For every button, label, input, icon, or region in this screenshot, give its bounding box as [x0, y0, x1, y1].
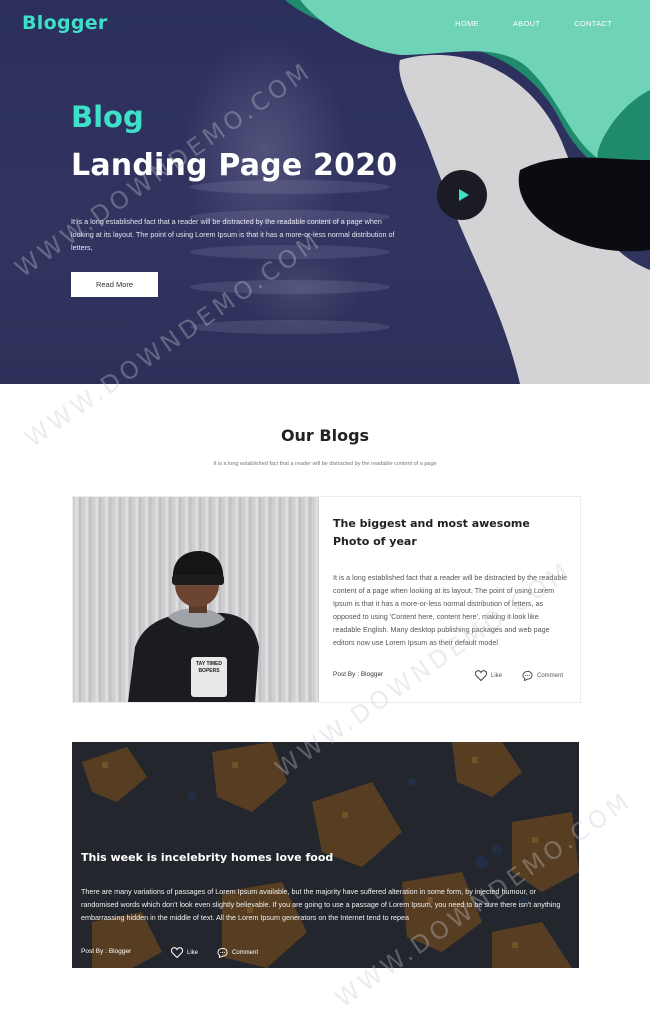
hero-description: It is a long established fact that a rea… — [71, 217, 395, 252]
post1-comment-button[interactable]: Comment — [522, 671, 563, 681]
site-logo[interactable]: Blogger — [22, 12, 108, 34]
heart-icon — [171, 947, 183, 958]
read-more-button[interactable]: Read More — [71, 272, 158, 297]
post1-like-label: Like — [491, 672, 503, 679]
blog-card-photo: TAY TIMED BOPERS The biggest and most aw… — [72, 496, 581, 703]
nav-about[interactable]: ABOUT — [513, 19, 540, 28]
post2-like-label: Like — [187, 949, 199, 956]
section-title: Our Blogs — [280, 426, 370, 445]
post2-author: Post By : Blogger — [81, 948, 132, 955]
post2-comment-label: Comment — [232, 950, 259, 956]
post2-comment-button[interactable]: Comment — [217, 948, 258, 958]
hero-section: Blogger HOME ABOUT CONTACT Blog Landing … — [0, 0, 650, 384]
post1-author: Post By : Blogger — [333, 671, 384, 678]
post2-excerpt: There are many variations of passages of… — [81, 887, 561, 922]
comment-icon — [522, 671, 533, 681]
play-icon — [458, 189, 469, 201]
play-video-button[interactable] — [437, 170, 487, 220]
comment-icon — [217, 948, 228, 958]
post2-like-button[interactable]: Like — [171, 947, 198, 958]
jacket-print-text: TAY TIMED BOPERS — [195, 661, 223, 674]
blog-card-food: This week is incelebrity homes love food… — [72, 742, 579, 968]
post1-title[interactable]: The biggest and most awesome Photo of ye… — [333, 515, 568, 551]
post2-title[interactable]: This week is incelebrity homes love food — [81, 851, 561, 864]
hero-wave-shapes — [285, 0, 650, 384]
post1-excerpt: It is a long established fact that a rea… — [333, 573, 568, 647]
post1-like-button[interactable]: Like — [475, 670, 502, 681]
post-photo-man-in-beanie: TAY TIMED BOPERS — [73, 497, 319, 702]
nav-home[interactable]: HOME — [455, 19, 479, 28]
post1-comment-label: Comment — [537, 673, 564, 679]
heart-icon — [475, 670, 487, 681]
nav-contact[interactable]: CONTACT — [574, 19, 612, 28]
main-nav: HOME ABOUT CONTACT — [421, 19, 612, 28]
section-subtitle: It is a long established fact that a rea… — [213, 461, 437, 467]
hero-title-blog: Blog — [71, 100, 144, 134]
hero-title-landing: Landing Page 2020 — [71, 148, 398, 183]
